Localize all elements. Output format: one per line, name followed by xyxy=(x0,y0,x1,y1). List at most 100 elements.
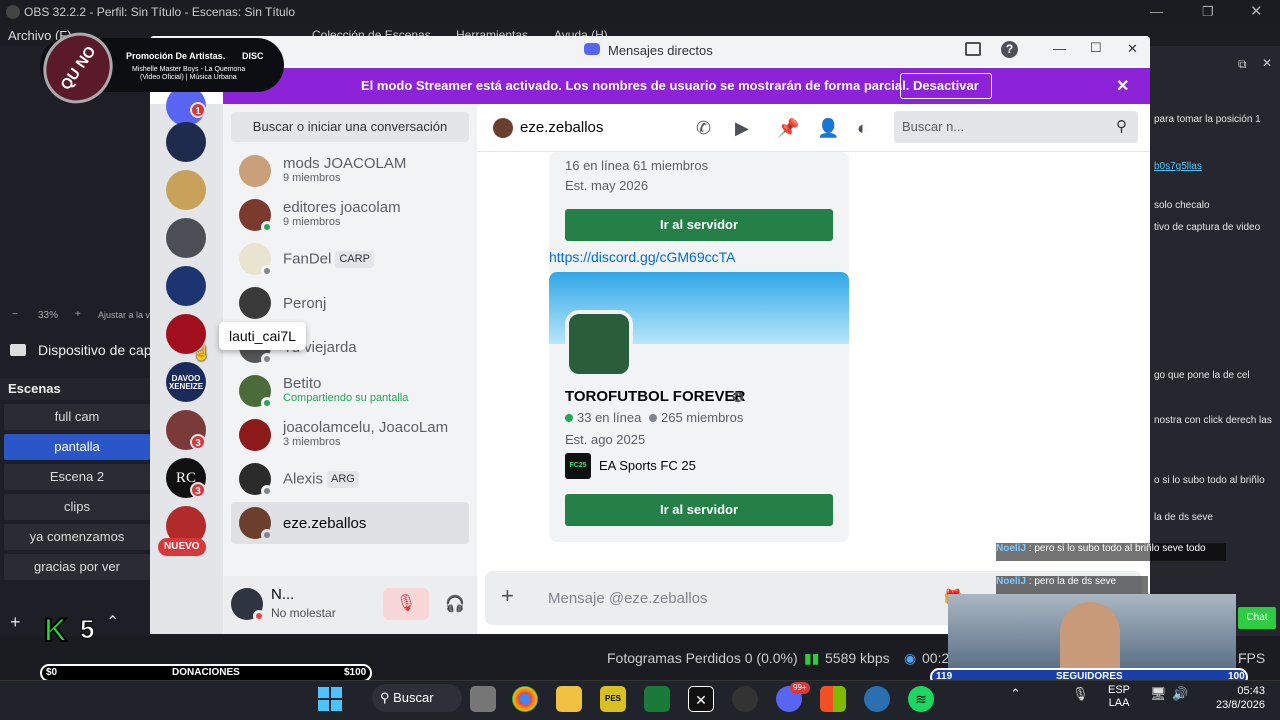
taskbar-search-label: Buscar xyxy=(393,690,434,705)
dm-name: Peronj xyxy=(283,294,327,312)
bitrate: 5589 kbps xyxy=(825,650,890,666)
scene-item-active[interactable]: pantalla xyxy=(4,434,150,460)
zoom-plus-button[interactable]: + xyxy=(75,309,81,320)
join-server-button[interactable]: Ir al servidor xyxy=(565,209,833,241)
clock-time: 05:43 xyxy=(1237,685,1265,697)
chat-text: tivo de captura de video xyxy=(1154,222,1261,233)
close-icon[interactable]: ✕ xyxy=(1250,2,1263,20)
file-explorer-icon[interactable] xyxy=(556,686,582,712)
window-maximize-icon[interactable]: ☐ xyxy=(1090,40,1102,56)
chat-link[interactable]: b0s7g5llas xyxy=(1154,161,1279,172)
donations-goal: $100 xyxy=(344,667,367,678)
zoom-minus-button[interactable]: − xyxy=(12,309,18,320)
join-server-button[interactable]: Ir al servidor xyxy=(565,494,833,526)
fit-label[interactable]: Ajustar a la v xyxy=(98,310,150,320)
dm-item[interactable]: editores joacolam 9 miembros xyxy=(231,194,469,236)
tray-chevron-icon[interactable]: ⌃ xyxy=(1010,686,1021,702)
scene-item[interactable]: ya comenzamos xyxy=(4,524,150,550)
dm-item[interactable]: eze.zeballos xyxy=(231,502,469,544)
deactivate-button[interactable]: Desactivar xyxy=(900,73,992,99)
server-icon[interactable] xyxy=(166,266,206,306)
server-online: 33 en línea xyxy=(577,410,642,425)
spotify-icon[interactable]: ≋ xyxy=(908,686,934,712)
mention-badge: 1 xyxy=(190,102,206,118)
paint-icon[interactable] xyxy=(864,686,890,712)
obs-icon[interactable] xyxy=(732,686,758,712)
network-icon[interactable]: 🖥 xyxy=(1150,686,1167,702)
voice-call-icon[interactable]: ✆ xyxy=(696,118,711,139)
stream-chat-user: NoeliJ xyxy=(996,576,1027,587)
start-windows-icon[interactable] xyxy=(318,687,342,711)
presence-status-icon xyxy=(261,265,273,277)
server-invite-card: TOROFUTBOL FOREVER ✪ 33 en línea 265 mie… xyxy=(549,272,849,542)
invite-link[interactable]: https://discord.gg/cGM69ccTA xyxy=(549,249,735,265)
dm-item[interactable]: Peronj xyxy=(231,282,469,324)
window-minimize-icon[interactable]: — xyxy=(1053,41,1066,56)
new-badge[interactable]: NUEVO xyxy=(158,538,206,556)
search-field[interactable]: Buscar n... ⚲ xyxy=(894,111,1138,143)
scene-item[interactable]: clips xyxy=(4,494,150,520)
avatar xyxy=(239,287,271,319)
clock[interactable]: 05:43 23/8/2026 xyxy=(1216,684,1265,712)
chat-button[interactable]: Chat xyxy=(1238,607,1276,629)
lang-layout: LAA xyxy=(1108,697,1130,709)
scene-item[interactable]: full cam xyxy=(4,404,150,430)
server-icon[interactable] xyxy=(166,218,206,258)
help-icon[interactable]: ? xyxy=(1001,41,1018,58)
mic-muted-icon[interactable]: 🎙 xyxy=(383,588,429,620)
user-panel: N... No molestar 🎙 🎧 ⚙ xyxy=(223,576,507,634)
source-label[interactable]: Dispositivo de cap xyxy=(38,342,152,358)
dm-text: eze.zeballos xyxy=(283,516,366,531)
maximize-icon[interactable]: ❐ xyxy=(1202,4,1214,20)
stream-chat-text: pero la de ds seve xyxy=(1034,576,1117,587)
popout-icon[interactable]: ⧉ xyxy=(1238,57,1247,72)
search-conversation-button[interactable]: Buscar o iniciar una conversación xyxy=(231,112,469,142)
dm-name: mods JOACOLAM xyxy=(283,155,407,172)
dm-item[interactable]: FanDel CARP xyxy=(231,238,469,280)
video-call-icon[interactable]: ▶ xyxy=(735,118,749,139)
server-icon[interactable] xyxy=(166,122,206,162)
dm-item[interactable]: Betito Compartiendo su pantalla xyxy=(231,370,469,412)
dm-item[interactable]: joacolamcelu, JoacoLam 3 miembros xyxy=(231,414,469,456)
window-close-icon[interactable]: ✕ xyxy=(1127,41,1138,57)
webcam-person xyxy=(1060,602,1120,668)
banner-close-icon[interactable]: ✕ xyxy=(1116,76,1129,96)
fps: FPS xyxy=(1238,650,1266,666)
panel-close-icon[interactable]: ✕ xyxy=(1262,56,1272,70)
tray-mic-icon[interactable]: 🎙 xyxy=(1072,686,1089,702)
chat-text: para tomar la posición 1 xyxy=(1154,114,1261,125)
dm-item[interactable]: Alexis ARG xyxy=(231,458,469,500)
pes-icon[interactable]: PES xyxy=(600,686,626,712)
presence-status-icon xyxy=(261,485,273,497)
pin-icon[interactable]: 📌 xyxy=(777,118,799,139)
user-profile-icon[interactable]: ◐ xyxy=(857,118,868,139)
minimize-icon[interactable]: — xyxy=(1150,4,1163,19)
app-icon[interactable] xyxy=(644,686,670,712)
banner-text: El modo Streamer está activado. Los nomb… xyxy=(361,78,910,93)
user-name: N... xyxy=(271,586,295,603)
volume-icon[interactable]: 🔊 xyxy=(1172,686,1188,702)
dm-item[interactable]: mods JOACOLAM 9 miembros xyxy=(231,150,469,192)
taskbar-search[interactable]: ⚲ Buscar xyxy=(372,684,462,712)
capcut-icon[interactable]: ✕ xyxy=(688,686,714,712)
attach-plus-icon[interactable]: + xyxy=(501,583,514,609)
scene-item[interactable]: Escena 2 xyxy=(4,464,150,490)
store-icon[interactable] xyxy=(820,686,846,712)
chrome-icon[interactable] xyxy=(512,686,538,712)
dropped-frames: Fotogramas Perdidos 0 (0.0%) xyxy=(607,650,798,666)
server-icon[interactable]: DAVOO XENEIZE xyxy=(166,362,206,402)
dm-subtext: 9 miembros xyxy=(283,216,341,228)
task-view-icon[interactable] xyxy=(470,686,496,712)
chat-text: solo checalo xyxy=(1154,200,1210,211)
chevron-up-icon[interactable]: ⌃ xyxy=(106,612,119,632)
add-friend-icon[interactable]: 👤 xyxy=(817,118,839,139)
headphones-icon[interactable]: 🎧 xyxy=(445,594,465,614)
add-scene-button[interactable]: + xyxy=(10,612,21,633)
dm-name: editores joacolam xyxy=(283,199,401,216)
language-indicator[interactable]: ESP LAA xyxy=(1108,684,1130,710)
scene-item[interactable]: gracias por ver xyxy=(4,554,150,580)
inbox-icon[interactable] xyxy=(965,42,981,56)
server-icon[interactable] xyxy=(166,170,206,210)
avatar[interactable] xyxy=(231,588,265,622)
obs-title-bar: OBS 32.2.2 - Perfil: Sin Título - Escena… xyxy=(0,0,1280,24)
